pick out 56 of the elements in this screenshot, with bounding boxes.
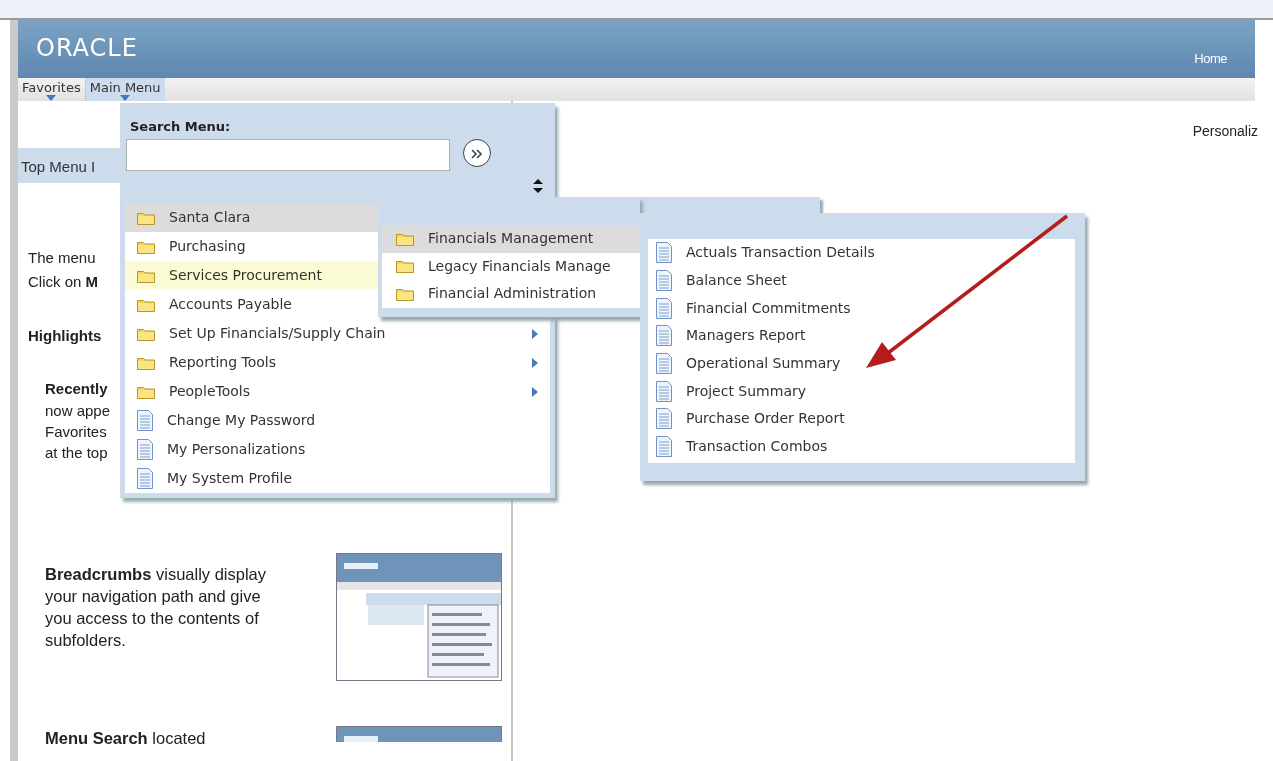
document-icon xyxy=(656,297,672,319)
menu-item[interactable]: Transaction Combos xyxy=(648,432,1075,461)
menu-item[interactable]: My Personalizations xyxy=(125,435,550,464)
caret-icon xyxy=(46,95,57,101)
menu-item[interactable]: Purchase Order Report xyxy=(648,405,1075,433)
document-icon xyxy=(137,410,153,431)
menu-item[interactable]: Operational Summary xyxy=(648,349,1075,378)
document-icon xyxy=(656,242,672,264)
menu-item[interactable]: Set Up Financials/Supply Chain xyxy=(125,319,550,348)
folder-icon xyxy=(396,286,414,301)
document-icon xyxy=(656,270,672,292)
folder-icon xyxy=(137,326,155,341)
body-text: Favorites xyxy=(44,422,107,442)
body-text: The menu xyxy=(28,248,96,268)
folder-icon xyxy=(137,355,155,370)
folder-icon xyxy=(396,259,414,274)
menu-item[interactable]: PeopleTools xyxy=(125,377,550,406)
body-text: Recently xyxy=(44,379,108,399)
document-icon xyxy=(137,439,153,460)
menu-item[interactable]: Project Summary xyxy=(648,377,1075,406)
menu-item[interactable]: Financial Commitments xyxy=(648,294,1075,323)
body-text: now appe xyxy=(44,401,111,421)
body-text: Click on M xyxy=(28,272,99,292)
body-text: at the top xyxy=(44,443,108,463)
search-field[interactable] xyxy=(126,139,450,171)
document-icon xyxy=(656,325,672,347)
menu-item[interactable]: Financials Management xyxy=(382,225,640,253)
menu-tab[interactable]: Main Menu xyxy=(85,78,165,101)
document-icon xyxy=(137,468,153,489)
menu-tab[interactable]: Favorites xyxy=(18,78,86,101)
feature-description: Breadcrumbs visually display your navigation path and give you access to the contents of subfolders. xyxy=(45,564,267,651)
folder-icon xyxy=(137,297,155,312)
oracle-logo: ORACLE xyxy=(35,33,138,64)
menu-item[interactable]: Actuals Transaction Details xyxy=(648,239,1075,267)
body-text: Highlights xyxy=(28,326,102,346)
folder-icon xyxy=(137,239,155,254)
folder-icon xyxy=(396,231,414,246)
folder-icon xyxy=(137,384,155,399)
menu-item[interactable]: Balance Sheet xyxy=(648,266,1075,295)
double-chevron-icon xyxy=(471,149,483,159)
folder-icon xyxy=(137,268,155,283)
menu-item[interactable]: Reporting Tools xyxy=(125,348,550,377)
menu-item[interactable]: My System Profile xyxy=(125,464,550,493)
caret-icon xyxy=(120,95,131,101)
feature-description: Menu Search located xyxy=(45,728,207,749)
document-icon xyxy=(656,408,672,430)
search-go-button[interactable] xyxy=(463,139,491,167)
menu-item[interactable]: Change My Password xyxy=(125,406,550,435)
personalize-link[interactable]: Personaliz xyxy=(1192,121,1258,761)
folder-icon xyxy=(137,210,155,225)
search-label: Search Menu: xyxy=(129,118,232,136)
document-icon xyxy=(656,380,672,402)
sort-icon[interactable] xyxy=(533,178,543,193)
menu-item[interactable]: Managers Report xyxy=(648,322,1075,350)
document-icon xyxy=(656,353,672,375)
document-icon xyxy=(656,436,672,458)
